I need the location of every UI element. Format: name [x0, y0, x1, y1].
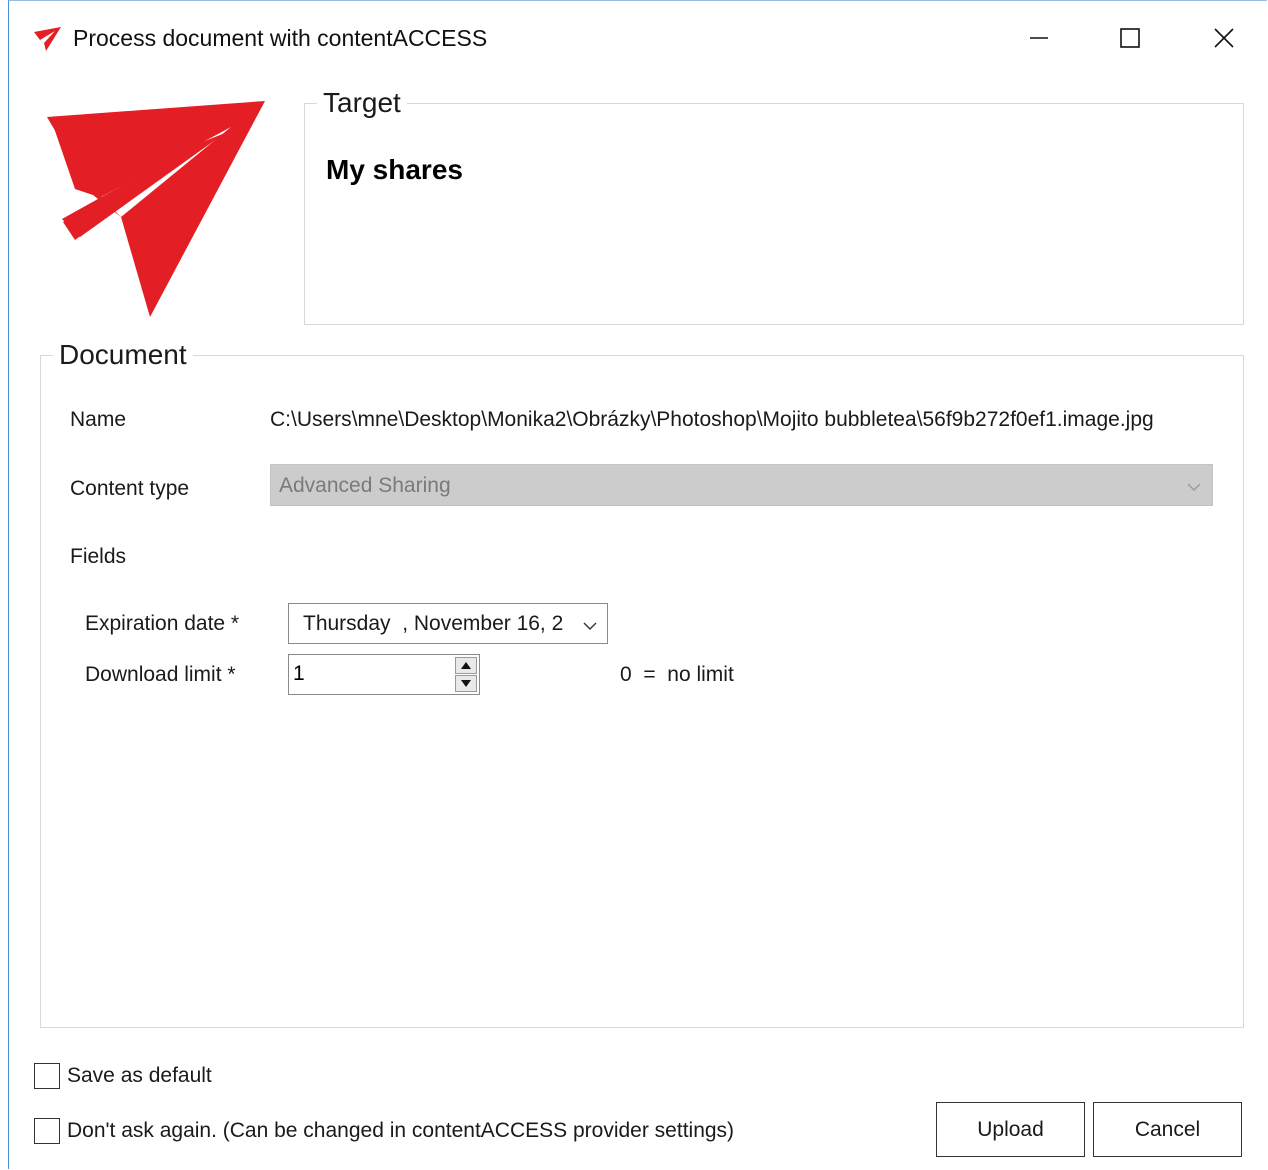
dont-ask-checkbox[interactable]: [34, 1118, 60, 1144]
upload-button[interactable]: Upload: [936, 1102, 1085, 1157]
download-limit-hint: 0 = no limit: [620, 663, 734, 686]
contentaccess-logo: [45, 97, 271, 321]
arrow-down-icon: [461, 680, 471, 687]
download-limit-stepper[interactable]: [288, 654, 480, 695]
document-legend: Document: [59, 339, 187, 370]
expiration-date-value: Thursday , November 16, 2: [303, 612, 564, 635]
dont-ask-label[interactable]: Don't ask again. (Can be changed in cont…: [67, 1119, 734, 1143]
name-value: C:\Users\mne\Desktop\Monika2\Obrázky\Pho…: [270, 408, 1154, 431]
save-default-label[interactable]: Save as default: [67, 1064, 212, 1088]
content-type-select: Advanced Sharing: [270, 464, 1213, 506]
arrow-up-icon: [461, 662, 471, 669]
target-group: Target: [304, 88, 1244, 325]
close-button[interactable]: [1200, 15, 1248, 61]
expiration-date-label: Expiration date *: [85, 612, 240, 635]
contentaccess-logo-icon: [33, 26, 63, 52]
dont-ask-option[interactable]: Don't ask again. (Can be changed in cont…: [34, 1118, 734, 1144]
chevron-down-icon: [1186, 479, 1202, 497]
content-type-label: Content type: [70, 477, 190, 500]
cancel-button[interactable]: Cancel: [1093, 1102, 1242, 1157]
window-title: Process document with contentACCESS: [73, 25, 488, 51]
close-icon: [1214, 28, 1234, 48]
download-limit-input[interactable]: [291, 657, 453, 691]
save-default-checkbox[interactable]: [34, 1063, 60, 1089]
maximize-button[interactable]: [1106, 15, 1154, 61]
name-label: Name: [70, 408, 127, 431]
decrement-button[interactable]: [455, 675, 477, 692]
expiration-date-picker[interactable]: Thursday , November 16, 2: [288, 603, 608, 644]
chevron-down-icon[interactable]: [582, 618, 598, 636]
content-type-value: Advanced Sharing: [279, 474, 451, 497]
download-limit-label: Download limit *: [85, 663, 236, 686]
fields-label: Fields: [70, 545, 127, 568]
target-legend: Target: [323, 87, 401, 118]
minimize-button[interactable]: [1015, 15, 1063, 61]
minimize-icon: [1030, 37, 1048, 39]
maximize-icon: [1120, 28, 1140, 48]
save-default-option[interactable]: Save as default: [34, 1063, 212, 1089]
target-value: My shares: [326, 154, 463, 185]
title-bar[interactable]: Process document with contentACCESS: [9, 1, 1267, 73]
increment-button[interactable]: [455, 657, 477, 674]
